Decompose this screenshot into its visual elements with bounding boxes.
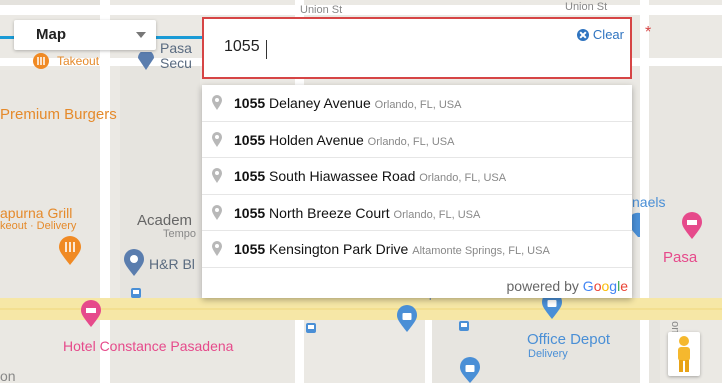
suggestion-street: Kensington Park Drive — [269, 241, 409, 257]
chevron-down-icon — [136, 32, 146, 38]
suggestion-locality: Orlando, FL, USA — [367, 135, 455, 148]
google-logo-letter: e — [620, 278, 628, 294]
location-pin-icon — [212, 204, 222, 220]
text-cursor — [266, 40, 267, 59]
suggestion-number: 1055 — [234, 204, 266, 221]
map-label-secu: Secu — [160, 55, 192, 71]
suggestion-text: 1055 Delaney Avenue Orlando, FL, USA — [234, 95, 461, 111]
suggestion-item[interactable]: 1055 South Hiawassee Road Orlando, FL, U… — [202, 158, 632, 195]
suggestion-street: Holden Avenue — [269, 131, 364, 148]
map-label-takeout: Takeout — [57, 54, 100, 68]
suggestion-locality: Orlando, FL, USA — [374, 99, 462, 111]
suggestion-number: 1055 — [234, 241, 266, 257]
autocomplete-list: 1055 Delaney Avenue Orlando, FL, USA 105… — [202, 85, 632, 298]
shopping-pin-icon[interactable] — [395, 305, 419, 333]
suggestion-number: 1055 — [234, 95, 266, 111]
map-label-takeout-delivery: keout · Delivery — [0, 220, 77, 232]
google-logo-letter: g — [609, 278, 618, 294]
suggestion-text: 1055 South Hiawassee Road Orlando, FL, U… — [234, 168, 506, 184]
map-label-apurna-grill: apurna Grill — [0, 205, 73, 221]
address-search-box[interactable]: Clear — [202, 17, 632, 79]
suggestion-text: 1055 North Breeze Court Orlando, FL, USA — [234, 205, 480, 221]
pegman-icon — [678, 336, 690, 372]
suggestion-number: 1055 — [234, 131, 266, 148]
transit-stop-icon[interactable] — [130, 287, 142, 299]
street-label-union-right: Union St — [565, 1, 607, 13]
suggestion-street: Delaney Avenue — [269, 95, 371, 111]
shop-pin-icon[interactable] — [136, 52, 156, 72]
map-label-pasa: Pasa — [160, 40, 192, 56]
required-indicator: * — [645, 24, 652, 41]
powered-by-prefix: powered by — [506, 278, 579, 294]
map-label-bottom-left: on — [0, 368, 16, 383]
street-view-pegman-button[interactable] — [668, 332, 700, 376]
transit-stop-icon[interactable] — [458, 320, 470, 332]
location-pin-icon — [212, 168, 222, 183]
map-label-premium-burgers: Premium Burgers — [0, 106, 117, 123]
suggestion-locality: Altamonte Springs, FL, USA — [412, 245, 550, 257]
map-viewport[interactable]: Union St Union St Takeout Pasa Secu Prem… — [0, 0, 722, 383]
address-search-input[interactable] — [224, 38, 464, 56]
location-pin-icon — [212, 95, 222, 110]
map-label-delivery: Delivery — [528, 348, 568, 360]
suggestion-number: 1055 — [234, 168, 266, 184]
suggestion-item[interactable]: 1055 North Breeze Court Orlando, FL, USA — [202, 195, 632, 231]
map-type-label: Map — [36, 26, 66, 43]
hotel-pin-icon[interactable] — [79, 300, 103, 328]
map-label-hotel: Hotel Constance Pasadena — [63, 338, 234, 354]
transit-stop-icon[interactable] — [305, 322, 317, 334]
food-pin-icon[interactable] — [32, 52, 50, 70]
clear-button-label: Clear — [592, 27, 624, 42]
suggestion-item[interactable]: 1055 Delaney Avenue Orlando, FL, USA — [202, 85, 632, 122]
map-label-tempo: Tempo — [163, 228, 197, 240]
powered-by-google: powered by Google — [507, 278, 628, 294]
street-label-union-left: Union St — [300, 4, 342, 16]
location-pin-icon — [212, 241, 222, 256]
suggestion-text: 1055 Kensington Park Drive Altamonte Spr… — [234, 241, 550, 257]
bakery-pin-icon[interactable] — [680, 212, 704, 240]
suggestion-street: South Hiawassee Road — [269, 168, 416, 184]
location-pin-icon — [212, 131, 222, 147]
suggestion-item[interactable]: 1055 Holden Avenue Orlando, FL, USA — [202, 122, 632, 158]
map-label-pasa-right: Pasa — [663, 249, 698, 266]
close-circle-icon — [576, 28, 589, 41]
map-type-select[interactable]: Map — [14, 20, 156, 50]
suggestion-text: 1055 Holden Avenue Orlando, FL, USA — [234, 132, 454, 148]
clear-button[interactable]: Clear — [576, 27, 624, 42]
map-label-naels: naels — [632, 194, 666, 210]
map-label-hr-block: H&R Bl — [149, 256, 195, 272]
suggestion-locality: Orlando, FL, USA — [419, 172, 507, 184]
map-label-academy: Academ — [137, 212, 193, 229]
office-depot-pin-icon[interactable] — [458, 357, 482, 383]
hr-block-pin-icon[interactable] — [122, 249, 146, 277]
google-logo-letter: G — [582, 278, 594, 294]
map-label-office-depot: Office Depot — [527, 331, 611, 348]
suggestion-street: North Breeze Court — [269, 204, 390, 221]
suggestion-locality: Orlando, FL, USA — [393, 208, 481, 221]
restaurant-pin-icon[interactable] — [57, 236, 83, 266]
suggestion-item[interactable]: 1055 Kensington Park Drive Altamonte Spr… — [202, 231, 632, 268]
